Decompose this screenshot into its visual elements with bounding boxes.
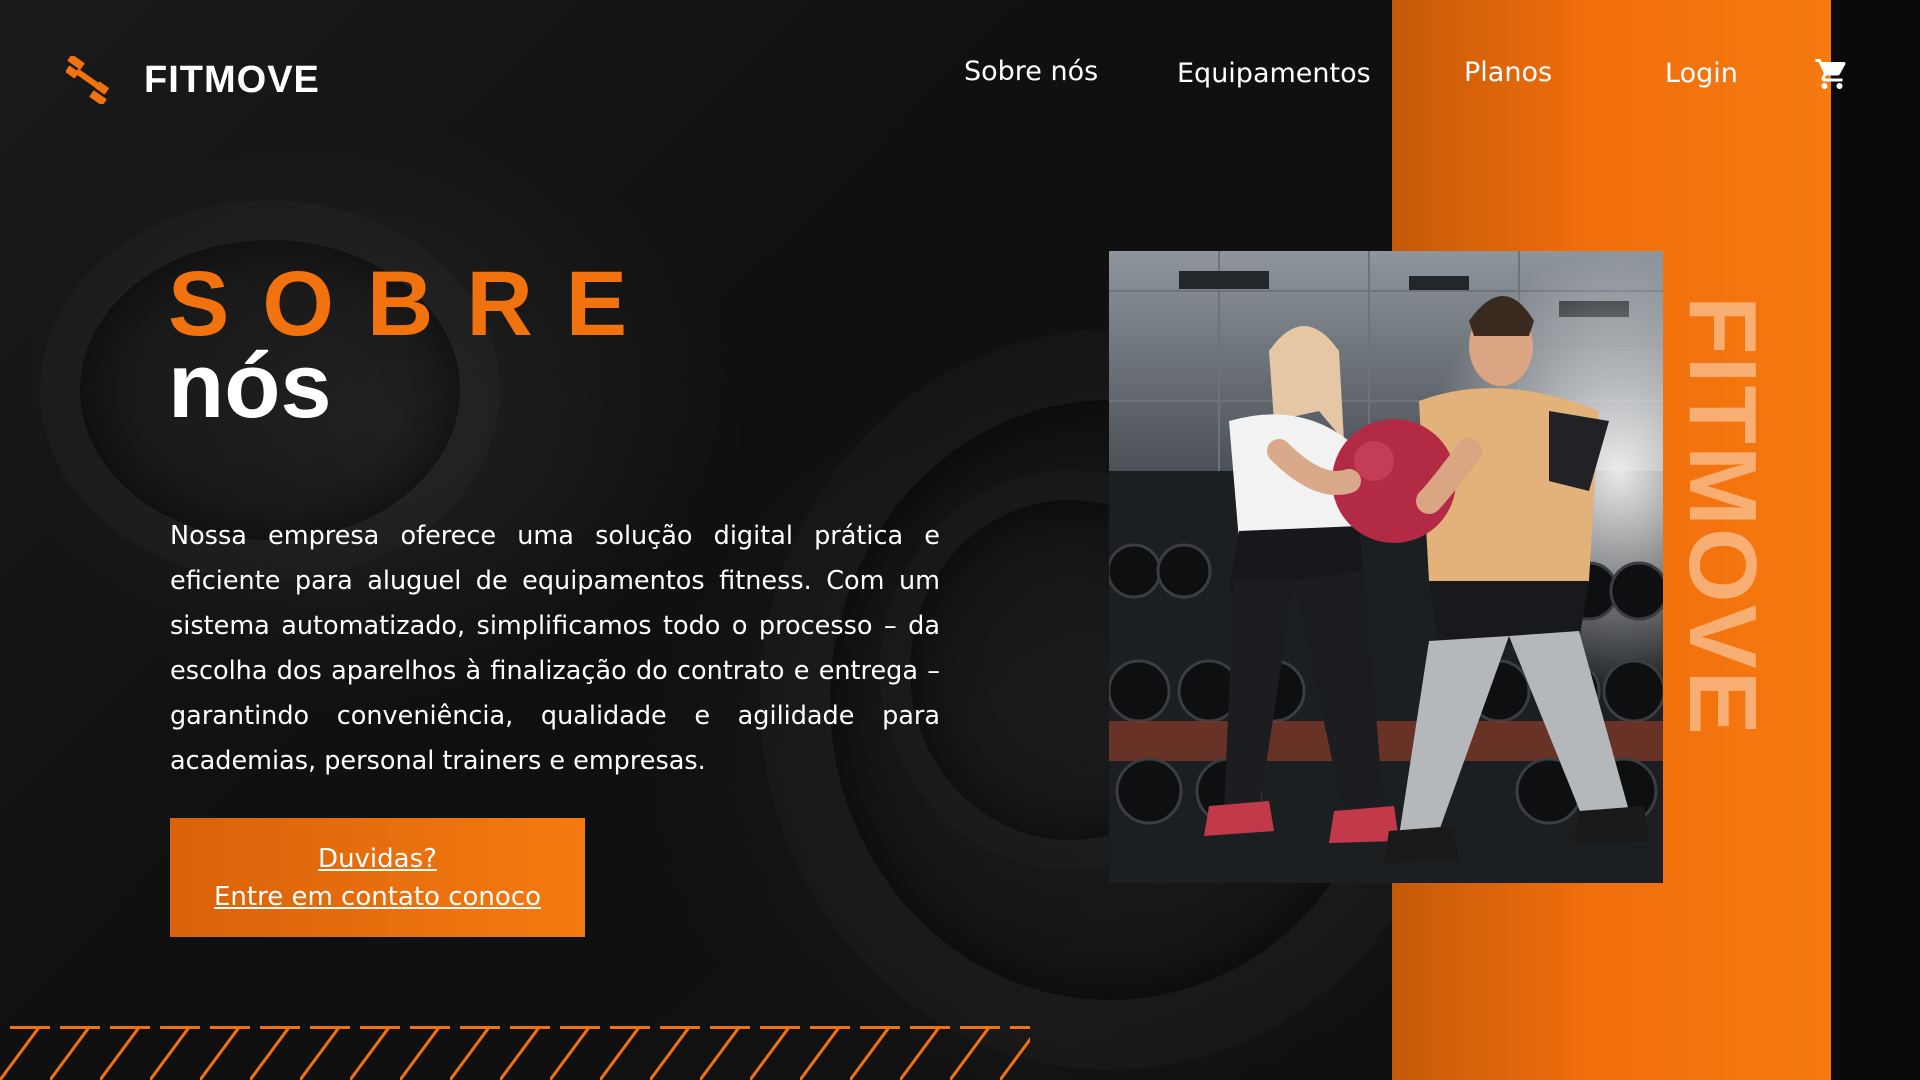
shopping-cart-icon[interactable] — [1812, 56, 1852, 92]
contact-button-line2: Entre em contato conoco — [213, 881, 542, 912]
contact-button[interactable]: Duvidas? Entre em contato conoco — [170, 818, 585, 937]
training-photo-illustration — [1109, 251, 1663, 883]
training-photo — [1109, 251, 1663, 883]
right-dark-strip — [1831, 0, 1920, 1080]
vertical-brand-text: FITMOVE — [1669, 296, 1776, 737]
main-nav: Sobre nós Equipamentos Planos Login — [0, 56, 1920, 96]
decorative-stripes — [0, 1026, 1030, 1080]
nav-link-equipamentos[interactable]: Equipamentos — [1177, 58, 1371, 89]
nav-link-planos[interactable]: Planos — [1464, 57, 1552, 88]
nav-link-sobre-nos[interactable]: Sobre nós — [964, 56, 1098, 87]
nav-link-login[interactable]: Login — [1665, 58, 1738, 89]
contact-button-line1: Duvidas? — [318, 843, 437, 874]
hero-title-nos: nós — [168, 335, 332, 437]
hero-description: Nossa empresa oferece uma solução digita… — [170, 520, 940, 776]
